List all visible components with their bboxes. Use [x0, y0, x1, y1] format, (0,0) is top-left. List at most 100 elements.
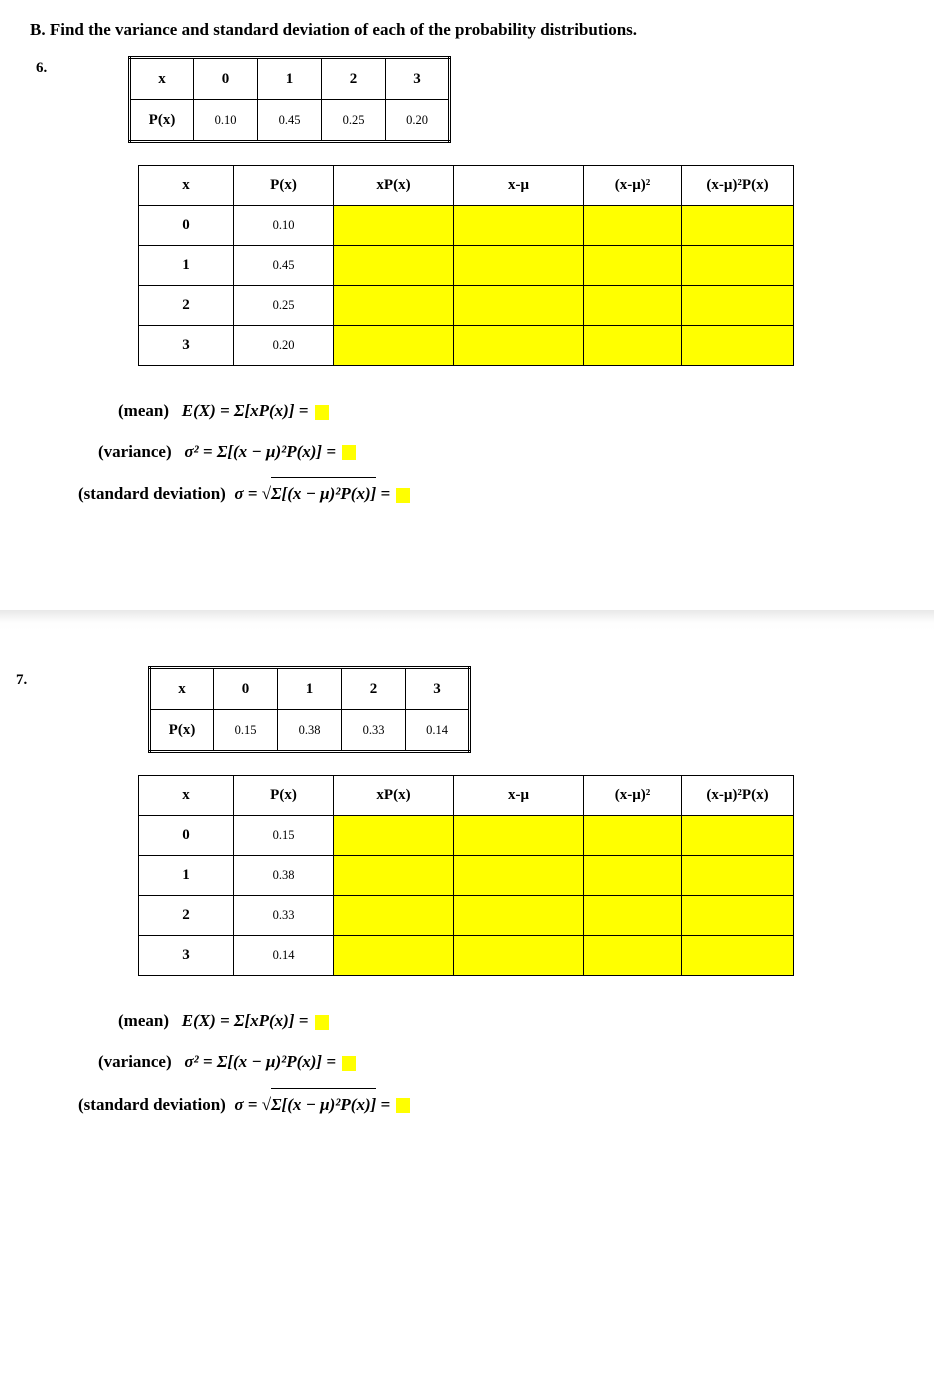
work-header: (x-μ)²P(x)	[682, 776, 794, 816]
x-val: 3	[386, 58, 450, 100]
x-val: 2	[342, 668, 406, 710]
table-row: 1 0.38	[139, 856, 794, 896]
section-heading: B. Find the variance and standard deviat…	[30, 20, 914, 40]
work-x: 2	[139, 896, 234, 936]
variance-expr: σ² = Σ[(x − μ)²P(x)] =	[184, 442, 336, 461]
sd-prefix: σ =	[234, 484, 261, 503]
blank-cell	[334, 246, 454, 286]
variance-label: (variance)	[98, 1052, 172, 1071]
problem-number: 6.	[36, 60, 47, 77]
blank-cell	[682, 286, 794, 326]
table-row: 0 0.15	[139, 816, 794, 856]
work-x: 1	[139, 246, 234, 286]
blank-cell	[454, 816, 584, 856]
mean-label: (mean)	[118, 1011, 169, 1030]
p-label: P(x)	[150, 710, 214, 752]
x-val: 1	[258, 58, 322, 100]
variance-formula: (variance) σ² = Σ[(x − μ)²P(x)] =	[98, 1047, 914, 1078]
blank-cell	[682, 246, 794, 286]
answer-blank	[342, 445, 356, 460]
work-header: xP(x)	[334, 776, 454, 816]
work-header: P(x)	[234, 166, 334, 206]
work-header: x	[139, 776, 234, 816]
x-val: 0	[214, 668, 278, 710]
answer-blank	[396, 488, 410, 503]
sd-formula: (standard deviation) σ = √Σ[(x − μ)²P(x)…	[78, 477, 914, 540]
blank-cell	[334, 936, 454, 976]
work-header: xP(x)	[334, 166, 454, 206]
blank-cell	[584, 896, 682, 936]
work-x: 1	[139, 856, 234, 896]
blank-cell	[682, 896, 794, 936]
distribution-table: x 0 1 2 3 P(x) 0.15 0.38 0.33 0.14	[148, 666, 471, 753]
blank-cell	[454, 896, 584, 936]
answer-blank	[342, 1056, 356, 1071]
p-val: 0.20	[386, 100, 450, 142]
p-val: 0.15	[214, 710, 278, 752]
blank-cell	[334, 286, 454, 326]
distribution-table: x 0 1 2 3 P(x) 0.10 0.45 0.25 0.20	[128, 56, 451, 143]
blank-cell	[584, 246, 682, 286]
x-label: x	[130, 58, 194, 100]
table-row: 2 0.33	[139, 896, 794, 936]
blank-cell	[454, 286, 584, 326]
work-px: 0.20	[234, 326, 334, 366]
work-px: 0.10	[234, 206, 334, 246]
work-table: x P(x) xP(x) x-μ (x-μ)² (x-μ)²P(x) 0 0.1…	[138, 775, 794, 976]
work-x: 2	[139, 286, 234, 326]
work-x: 3	[139, 936, 234, 976]
blank-cell	[334, 206, 454, 246]
x-val: 1	[278, 668, 342, 710]
work-px: 0.45	[234, 246, 334, 286]
blank-cell	[682, 816, 794, 856]
p-val: 0.45	[258, 100, 322, 142]
mean-label: (mean)	[118, 401, 169, 420]
work-px: 0.25	[234, 286, 334, 326]
x-val: 0	[194, 58, 258, 100]
p-val: 0.10	[194, 100, 258, 142]
mean-expr: E(X) = Σ[xP(x)] =	[182, 1011, 309, 1030]
p-label: P(x)	[130, 100, 194, 142]
work-x: 0	[139, 206, 234, 246]
work-px: 0.14	[234, 936, 334, 976]
blank-cell	[334, 896, 454, 936]
blank-cell	[584, 206, 682, 246]
blank-cell	[334, 326, 454, 366]
table-row: 3 0.14	[139, 936, 794, 976]
sd-prefix: σ =	[234, 1095, 261, 1114]
blank-cell	[584, 936, 682, 976]
table-row: 2 0.25	[139, 286, 794, 326]
p-val: 0.25	[322, 100, 386, 142]
blank-cell	[454, 246, 584, 286]
p-val: 0.14	[406, 710, 470, 752]
x-val: 2	[322, 58, 386, 100]
sd-radicand: Σ[(x − μ)²P(x)]	[271, 1095, 376, 1114]
work-table: x P(x) xP(x) x-μ (x-μ)² (x-μ)²P(x) 0 0.1…	[138, 165, 794, 366]
sd-eq: =	[376, 1095, 390, 1114]
table-row: 0 0.10	[139, 206, 794, 246]
blank-cell	[584, 856, 682, 896]
blank-cell	[682, 856, 794, 896]
p-val: 0.38	[278, 710, 342, 752]
problem-number: 7.	[16, 672, 27, 689]
mean-formula: (mean) E(X) = Σ[xP(x)] =	[118, 396, 914, 427]
blank-cell	[682, 326, 794, 366]
problem-6: 6. x 0 1 2 3 P(x) 0.10 0.45 0.25 0.20 x …	[68, 56, 914, 1120]
sd-formula: (standard deviation) σ = √Σ[(x − μ)²P(x)…	[78, 1088, 914, 1121]
work-header: x-μ	[454, 776, 584, 816]
mean-formula: (mean) E(X) = Σ[xP(x)] =	[118, 1006, 914, 1037]
work-header: x	[139, 166, 234, 206]
answer-blank	[315, 405, 329, 420]
work-x: 0	[139, 816, 234, 856]
variance-formula: (variance) σ² = Σ[(x − μ)²P(x)] =	[98, 437, 914, 468]
work-px: 0.33	[234, 896, 334, 936]
blank-cell	[454, 856, 584, 896]
blank-cell	[454, 206, 584, 246]
blank-cell	[584, 326, 682, 366]
blank-cell	[682, 936, 794, 976]
table-row: 1 0.45	[139, 246, 794, 286]
sd-label: (standard deviation)	[78, 484, 226, 503]
variance-expr: σ² = Σ[(x − μ)²P(x)] =	[184, 1052, 336, 1071]
blank-cell	[454, 936, 584, 976]
blank-cell	[334, 816, 454, 856]
